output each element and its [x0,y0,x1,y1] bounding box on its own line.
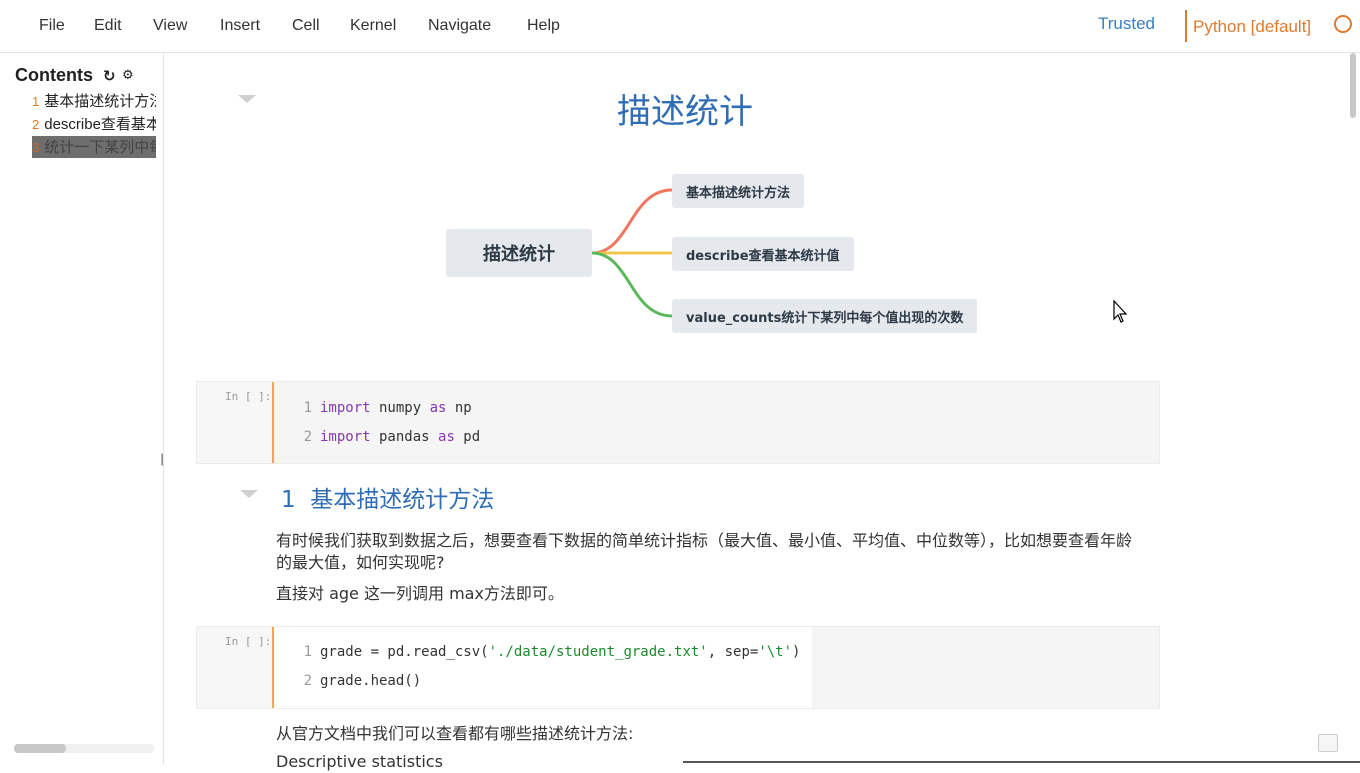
code-token: grade = pd.read_csv( [320,644,489,660]
branch-line-3 [591,251,673,318]
code-token: np [446,400,472,416]
corner-button[interactable] [1318,734,1338,752]
cell-selection-bar [272,382,274,463]
code-token: numpy [370,400,430,416]
line-number: 1 [303,644,312,660]
line-number: 1 [303,400,312,416]
string-literal: './data/student_grade.txt' [488,644,708,660]
mindmap-node-2: describe查看基本统计值 [672,237,854,271]
mouse-pointer-icon [1113,300,1128,323]
section-heading-1: 1 基本描述统计方法 [281,480,494,514]
collapse-section-toggle[interactable] [240,490,258,498]
notebook-vertical-scrollbar[interactable] [1350,53,1356,118]
keyword: import [320,400,371,416]
keyword: import [320,429,371,445]
section-number: 1 [281,487,296,513]
code-token: pd [454,429,481,445]
line-number: 2 [303,429,312,445]
code-line-2: 2 grade.head() [274,673,422,689]
code-line-1: 1 grade = pd.read_csv('./data/student_gra… [274,644,801,660]
code-cell-1[interactable]: In [ ]: 1 import numpy as np 2 import pand… [196,381,1160,464]
branch-line-1 [591,188,673,255]
code-line-1: 1 import numpy as np [274,400,472,416]
paragraph-docs: 从官方文档中我们可以查看都有哪些描述统计方法: [276,724,634,743]
paragraph-descriptive-stats: Descriptive statistics [276,752,443,771]
bottom-border [683,761,1360,763]
code-highlight-region [274,627,812,708]
code-token: ) [792,644,801,660]
keyword: as [429,400,447,416]
mindmap-root-node: 描述统计 [446,229,592,277]
cell-prompt: In [ ]: [225,390,272,403]
code-editor[interactable]: 1 import numpy as np 2 import pandas as pd [274,382,1159,463]
paragraph-intro: 有时候我们获取到数据之后，想要查看下数据的简单统计指标（最大值、最小值、平均值、… [276,531,1133,572]
code-cell-2[interactable]: In [ ]: 1 grade = pd.read_csv('./data/stu… [196,626,1160,709]
code-line-2: 2 import pandas as pd [274,429,481,445]
code-token: , sep= [707,644,759,660]
mindmap-node-3: value_counts统计下某列中每个值出现的次数 [672,299,978,333]
code-editor[interactable]: 1 grade = pd.read_csv('./data/student_gra… [274,627,1159,708]
code-token: grade.head() [320,673,422,689]
mindmap-node-1: 基本描述统计方法 [672,174,805,208]
section-title: 基本描述统计方法 [310,487,495,513]
paragraph-hint: 直接对 age 这一列调用 max方法即可。 [276,584,564,603]
string-literal: '\t' [758,644,793,660]
keyword: as [438,429,455,445]
cell-selection-bar [272,627,274,708]
code-token: pandas [370,429,439,445]
line-number: 2 [303,673,312,689]
cell-prompt: In [ ]: [225,635,272,648]
